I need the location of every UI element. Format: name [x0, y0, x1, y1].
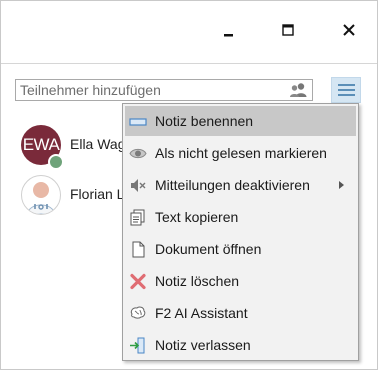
- add-participant-field: [15, 79, 313, 101]
- menu-item-mute-notifications[interactable]: Mitteilungen deaktivieren: [125, 170, 356, 200]
- menu-item-label: Text kopieren: [155, 209, 239, 225]
- menu-item-label: Mitteilungen deaktivieren: [155, 177, 310, 193]
- rename-icon: [129, 118, 147, 126]
- app-window: EWA Ella Wag Florian L Notiz benennen Al…: [0, 0, 378, 370]
- menu-item-label: Notiz löschen: [155, 273, 240, 289]
- add-participant-input[interactable]: [20, 81, 288, 99]
- add-participants-icon[interactable]: [288, 82, 308, 98]
- menu-item-delete-note[interactable]: Notiz löschen: [125, 266, 356, 296]
- menu-item-label: Als nicht gelesen markieren: [155, 145, 327, 161]
- participant-item[interactable]: Florian L: [21, 175, 131, 215]
- ai-brain-icon: [130, 306, 146, 319]
- hamburger-menu-icon: [338, 84, 355, 86]
- menu-item-label: Notiz benennen: [155, 113, 254, 129]
- minimize-icon: [224, 34, 233, 37]
- leave-icon: [130, 337, 145, 354]
- eye-icon: [129, 148, 147, 159]
- menu-item-open-document[interactable]: Dokument öffnen: [125, 234, 356, 264]
- maximize-icon: [282, 24, 294, 36]
- menu-item-copy-text[interactable]: Text kopieren: [125, 202, 356, 232]
- user-avatar-icon: [27, 182, 55, 214]
- menu-item-rename-note[interactable]: Notiz benennen: [125, 106, 356, 136]
- menu-item-label: Notiz verlassen: [155, 337, 251, 353]
- presence-status-dot: [48, 154, 64, 170]
- menu-item-leave-note[interactable]: Notiz verlassen: [125, 330, 356, 360]
- menu-item-label: Dokument öffnen: [155, 241, 262, 257]
- submenu-arrow-icon: [339, 181, 344, 189]
- avatar: [21, 175, 61, 215]
- mute-icon: [131, 179, 146, 192]
- close-icon: [343, 24, 355, 36]
- menu-item-label: F2 AI Assistant: [155, 305, 248, 321]
- context-menu: Notiz benennen Als nicht gelesen markier…: [122, 103, 359, 361]
- delete-icon: [130, 273, 146, 290]
- close-button[interactable]: [334, 19, 364, 45]
- document-icon: [132, 241, 145, 258]
- menu-item-ai-assistant[interactable]: F2 AI Assistant: [125, 298, 356, 328]
- title-bar: [1, 1, 377, 64]
- participant-item[interactable]: EWA Ella Wag: [21, 125, 131, 170]
- participant-name: Florian L: [70, 186, 125, 202]
- participant-name: Ella Wag: [70, 136, 126, 152]
- maximize-button[interactable]: [273, 19, 303, 45]
- hamburger-menu-button[interactable]: [331, 77, 361, 103]
- copy-icon: [130, 209, 145, 226]
- menu-item-mark-unread[interactable]: Als nicht gelesen markieren: [125, 138, 356, 168]
- minimize-button[interactable]: [214, 19, 244, 45]
